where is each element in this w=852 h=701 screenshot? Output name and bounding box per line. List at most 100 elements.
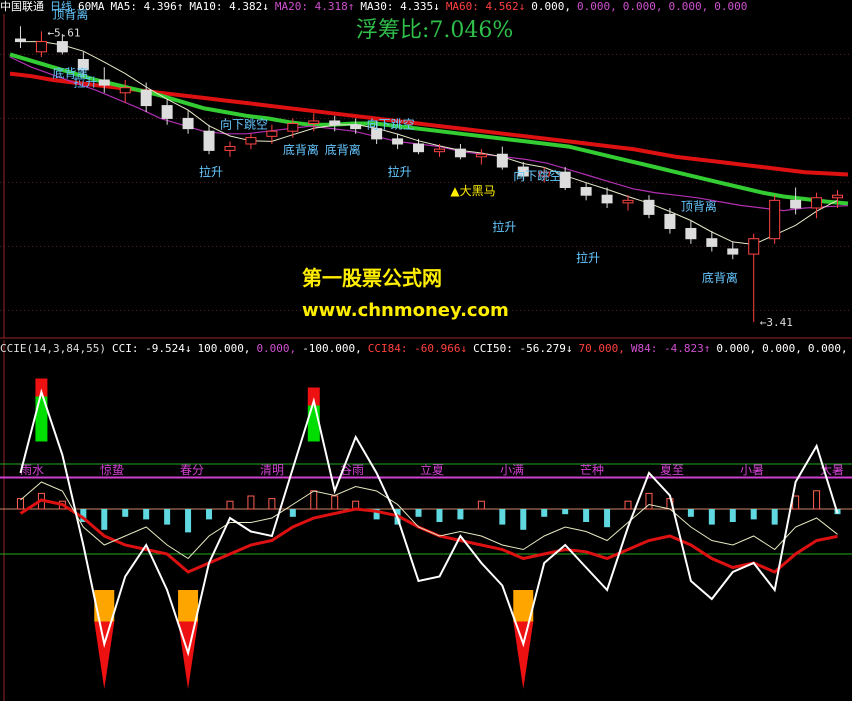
solar-term-label: 芒种 xyxy=(580,462,604,477)
volume-bar xyxy=(415,509,422,517)
candle-body xyxy=(748,238,760,255)
volume-bar xyxy=(604,509,611,528)
price-header-item: 0.000, xyxy=(577,0,617,13)
volume-bar xyxy=(687,509,694,517)
solar-term-label: 立夏 xyxy=(420,462,444,477)
candle-body xyxy=(350,124,362,130)
indicator-header-item: W84: -4.823↑ xyxy=(630,342,711,355)
indicator-header-item: 70.000, xyxy=(578,342,625,355)
candle-body xyxy=(601,194,613,204)
ma-label: 60MA xyxy=(78,0,105,13)
candle-body xyxy=(392,138,404,145)
watermark-title: 第一股票公式网 xyxy=(302,266,442,290)
price-extreme-label: ←5.61 xyxy=(47,27,80,40)
signal-annotation: ▲大黑马 xyxy=(450,184,495,198)
candle-body xyxy=(35,41,47,53)
signal-annotation: 底背离 xyxy=(702,270,738,285)
signal-annotation: 向下跳空 xyxy=(220,117,268,132)
indicator-header-item: 0.000, xyxy=(807,342,848,355)
volume-bar xyxy=(101,509,108,530)
indicator-header-item: 100.000, xyxy=(197,342,251,355)
volume-bar xyxy=(520,509,527,530)
solar-term-label: 小暑 xyxy=(740,463,764,477)
candle-body xyxy=(140,89,152,107)
stock-name: 中国联通 xyxy=(0,0,44,13)
signal-annotation: 拉升 xyxy=(388,164,412,179)
oversold-bar xyxy=(178,590,199,622)
volume-bar xyxy=(164,509,171,525)
candle-body xyxy=(203,130,215,151)
candle-body xyxy=(14,38,26,43)
price-header-item: 0.000 xyxy=(714,0,748,13)
volume-bar xyxy=(771,509,778,525)
signal-annotation: 底背离 xyxy=(283,142,319,157)
solar-term-label: 小满 xyxy=(500,463,524,477)
candle-body xyxy=(685,227,697,240)
price-header-item: 0.000, xyxy=(668,0,709,13)
volume-bar xyxy=(143,509,150,520)
indicator-header-item: 0.000, xyxy=(716,342,757,355)
signal-annotation: 顶背离 xyxy=(681,199,717,214)
candle-body xyxy=(161,105,173,119)
candle-body xyxy=(769,199,781,240)
candle-body xyxy=(811,197,823,209)
price-header-item: MA5: 4.396↑ xyxy=(110,0,184,13)
signal-annotation: 向下跳空 xyxy=(513,168,561,183)
volume-bar xyxy=(185,509,192,533)
candle-body xyxy=(224,146,236,151)
candle-body xyxy=(329,120,341,126)
solar-term-label: 雨水 xyxy=(20,463,44,477)
candle-body xyxy=(832,194,844,199)
price-header-item: MA20: 4.318↑ xyxy=(274,0,355,13)
candle-body xyxy=(454,148,466,158)
price-header-item: MA10: 4.382↓ xyxy=(189,0,269,13)
solar-term-label: 惊蛰 xyxy=(100,462,124,477)
price-header-item: 0.000, xyxy=(622,0,663,13)
candle-body xyxy=(245,137,257,145)
oversold-bar xyxy=(94,590,115,622)
indicator-header-item: 0.000, xyxy=(256,342,297,355)
candle-body xyxy=(664,213,676,229)
candle-body xyxy=(622,199,634,204)
signal-annotation: 拉升 xyxy=(73,74,97,89)
volume-bar xyxy=(436,509,443,522)
indicator-header-item: CCI84: -60.966↓ xyxy=(367,342,468,355)
signal-annotation: 向下跳空 xyxy=(367,117,415,132)
candle-body xyxy=(790,199,802,209)
volume-bar xyxy=(708,509,715,525)
candle-body xyxy=(266,130,278,137)
candle-body xyxy=(433,148,445,153)
candle-body xyxy=(727,248,739,255)
candle-body xyxy=(559,171,571,189)
indicator-header-item: CCI: -9.524↓ xyxy=(111,342,192,355)
price-header-item: 0.000, xyxy=(531,0,572,13)
indicator-header: CCIE(14,3,84,55) CCI: -9.524↓ 100.000, 0.00… xyxy=(0,342,852,356)
indicator-header-item: CCIE(14,3,84,55) xyxy=(0,342,106,355)
volume-bar xyxy=(541,509,548,517)
volume-bar xyxy=(122,509,129,517)
candle-body xyxy=(475,153,487,158)
candle-body xyxy=(308,120,320,125)
candle-body xyxy=(580,187,592,196)
candle-body xyxy=(643,199,655,215)
volume-bar xyxy=(729,509,736,522)
candle-body xyxy=(56,41,68,53)
overbought-bar xyxy=(307,405,320,442)
solar-term-label: 清明 xyxy=(260,463,284,477)
solar-term-label: 春分 xyxy=(180,463,204,477)
signal-annotation: 底背离 xyxy=(325,142,361,157)
float-ratio: 浮筹比:7.046% xyxy=(356,18,514,43)
signal-annotation: 拉升 xyxy=(576,250,600,265)
volume-bar xyxy=(750,509,757,520)
indicator-header-item: -100.000, xyxy=(302,342,362,355)
candle-body xyxy=(413,143,425,153)
indicator-header-item: CCI50: -56.279↓ xyxy=(473,342,573,355)
signal-annotation: 拉升 xyxy=(492,219,516,234)
volume-bar xyxy=(457,509,464,520)
period-label[interactable]: 日线 xyxy=(50,0,72,13)
price-extreme-label: ←3.41 xyxy=(760,316,793,329)
solar-term-label: 夏至 xyxy=(660,463,684,477)
indicator-header-item: 0.000, xyxy=(762,342,802,355)
signal-annotation: 拉升 xyxy=(199,164,223,179)
volume-bar xyxy=(206,509,213,520)
